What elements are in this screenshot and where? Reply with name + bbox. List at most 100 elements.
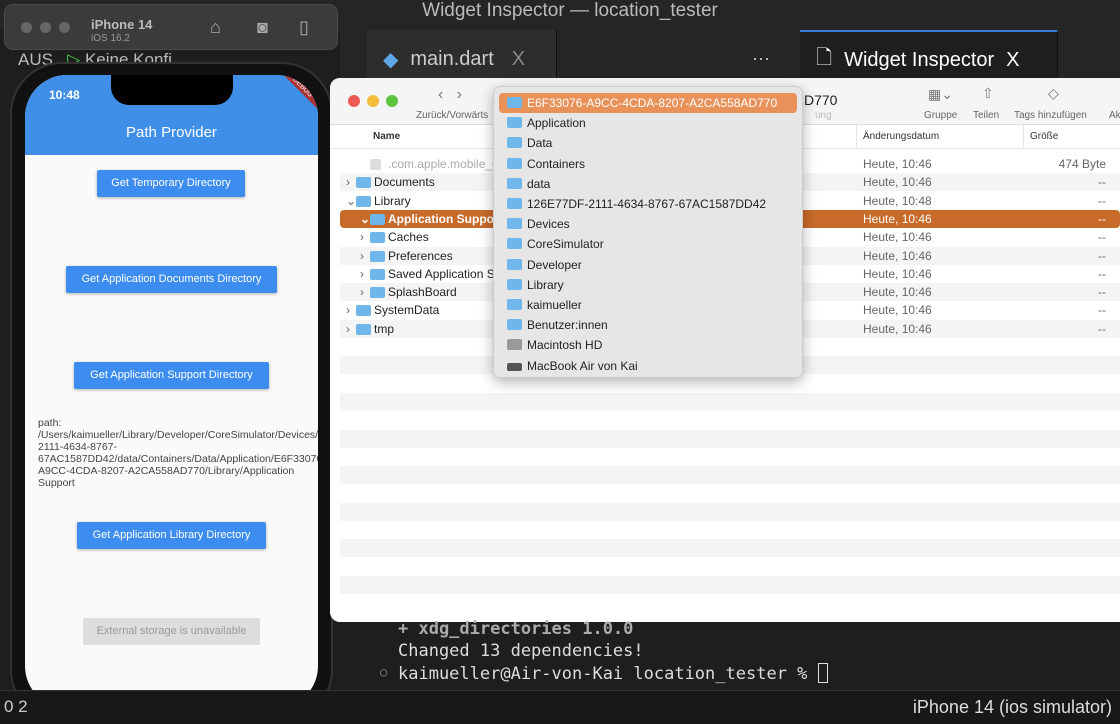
folder-icon <box>370 232 385 244</box>
rotate-icon[interactable]: ▯ <box>299 17 309 38</box>
path-menu-item[interactable]: Macintosh HD <box>499 335 797 355</box>
path-menu-item[interactable]: E6F33076-A9CC-4CDA-8207-A2CA558AD770 <box>499 93 797 113</box>
path-menu-item[interactable]: Containers <box>499 154 797 174</box>
folder-icon <box>507 238 522 250</box>
close-window-button[interactable] <box>348 95 360 107</box>
path-menu-item[interactable]: data <box>499 174 797 194</box>
minimize-window-button[interactable] <box>367 95 379 107</box>
file-size: -- <box>1098 230 1106 245</box>
path-menu-label: MacBook Air von Kai <box>527 358 638 373</box>
chevron-right-icon[interactable]: › <box>360 265 364 283</box>
chevron-right-icon[interactable]: › <box>346 320 350 338</box>
chevron-right-icon[interactable]: › <box>360 247 364 265</box>
close-icon[interactable]: X <box>1006 49 1019 72</box>
file-size: -- <box>1098 303 1106 318</box>
window-dot[interactable] <box>59 22 70 33</box>
get-library-directory-button[interactable]: Get Application Library Directory <box>77 522 266 549</box>
path-menu-item[interactable]: Application <box>499 113 797 133</box>
chevron-right-icon[interactable]: › <box>360 228 364 246</box>
path-menu-label: data <box>527 176 551 191</box>
action-button[interactable]: Ak <box>1109 110 1120 121</box>
empty-row <box>340 484 1120 502</box>
path-menu-item[interactable]: 126E77DF-2111-4634-8767-67AC1587DD42 <box>499 194 797 214</box>
os-version: iOS 16.2 <box>91 33 130 44</box>
screenshot-icon[interactable]: ◙ <box>257 17 268 38</box>
folder-icon <box>507 137 522 149</box>
path-menu-item[interactable]: Data <box>499 133 797 153</box>
file-icon: 🗋 <box>816 47 833 69</box>
status-time: 10:48 <box>49 88 80 102</box>
file-size: -- <box>1098 248 1106 263</box>
folder-icon <box>507 299 522 310</box>
path-menu-label: Application <box>527 116 586 131</box>
status-bar: 0 2 iPhone 14 (ios simulator) <box>0 690 1120 724</box>
window-title-tail: D770 <box>804 92 838 108</box>
share-button[interactable]: Teilen <box>973 110 999 121</box>
path-menu-item[interactable]: kaimueller <box>499 295 797 315</box>
empty-row <box>340 448 1120 466</box>
chevron-right-icon[interactable]: › <box>346 173 350 191</box>
path-menu-item[interactable]: CoreSimulator <box>499 234 797 254</box>
path-menu-label: E6F33076-A9CC-4CDA-8207-A2CA558AD770 <box>527 96 778 110</box>
get-temporary-directory-button[interactable]: Get Temporary Directory <box>97 170 245 197</box>
file-date: Heute, 10:46 <box>863 175 932 190</box>
empty-row <box>340 502 1120 521</box>
path-text: path: /Users/kaimueller/Library/Develope… <box>38 417 318 489</box>
chevron-right-icon[interactable]: › <box>346 301 350 319</box>
folder-icon <box>507 218 522 230</box>
file-size: -- <box>1098 266 1106 281</box>
file-icon <box>370 159 381 170</box>
status-left: 0 2 <box>4 697 28 716</box>
file-date: Heute, 10:46 <box>863 248 932 263</box>
device-name: iPhone 14 <box>91 17 153 32</box>
close-icon[interactable]: X <box>512 48 525 71</box>
path-menu-item[interactable]: Benutzer:innen <box>499 315 797 335</box>
path-menu-label: Benutzer:innen <box>527 318 608 333</box>
zoom-window-button[interactable] <box>386 95 398 107</box>
path-menu-label: Data <box>527 136 553 151</box>
window-dot[interactable] <box>40 22 51 33</box>
empty-row <box>340 429 1120 448</box>
app-title: Path Provider <box>126 124 217 141</box>
back-forward-icon[interactable]: ‹ › <box>438 86 462 104</box>
window-dot[interactable] <box>21 22 32 33</box>
empty-row <box>340 575 1120 594</box>
home-icon[interactable]: ⌂ <box>210 17 221 38</box>
nav-label: Zurück/Vorwärts <box>416 110 489 121</box>
terminal-prompt[interactable]: kaimueller@Air-von-Kai location_tester % <box>398 663 828 684</box>
folder-icon <box>507 319 522 331</box>
get-documents-directory-button[interactable]: Get Application Documents Directory <box>66 266 277 293</box>
path-menu-item[interactable]: Devices <box>499 214 797 234</box>
device-selector[interactable]: iPhone 14 (ios simulator) <box>913 697 1112 718</box>
folder-icon <box>507 117 522 129</box>
path-menu-label: 126E77DF-2111-4634-8767-67AC1587DD42 <box>527 197 767 211</box>
group-button[interactable]: Gruppe <box>924 110 957 121</box>
file-date: Heute, 10:46 <box>863 157 932 171</box>
get-support-directory-button[interactable]: Get Application Support Directory <box>74 362 269 389</box>
path-menu-label: kaimueller <box>527 298 582 312</box>
tab-label: Widget Inspector <box>844 48 995 71</box>
name-column[interactable]: Name <box>373 131 400 142</box>
chevron-right-icon[interactable]: › <box>360 283 364 301</box>
group-icon[interactable]: ▦⌄ <box>928 86 953 103</box>
empty-row <box>340 466 1120 485</box>
chevron-down-icon[interactable]: ⌄ <box>360 210 370 228</box>
size-column[interactable]: Größe <box>1023 125 1064 149</box>
file-date: Heute, 10:46 <box>863 303 932 318</box>
hidden-label: ung <box>815 110 832 121</box>
share-icon[interactable]: ⇧ <box>982 85 994 102</box>
path-menu-item[interactable]: MacBook Air von Kai <box>499 356 797 376</box>
file-size: -- <box>1098 211 1106 226</box>
folder-icon <box>507 258 522 270</box>
empty-row <box>340 411 1120 429</box>
file-size: -- <box>1098 321 1106 336</box>
path-menu-item[interactable]: Developer <box>499 255 797 275</box>
tags-button[interactable]: Tags hinzufügen <box>1014 110 1087 121</box>
folder-icon <box>507 97 522 108</box>
file-size: -- <box>1098 285 1106 300</box>
path-menu-item[interactable]: Library <box>499 275 797 295</box>
chevron-down-icon[interactable]: ⌄ <box>346 192 356 210</box>
date-column[interactable]: Änderungsdatum <box>856 125 945 149</box>
tag-icon[interactable]: ◇ <box>1048 85 1059 102</box>
more-tabs-button[interactable]: ··· <box>752 48 770 69</box>
